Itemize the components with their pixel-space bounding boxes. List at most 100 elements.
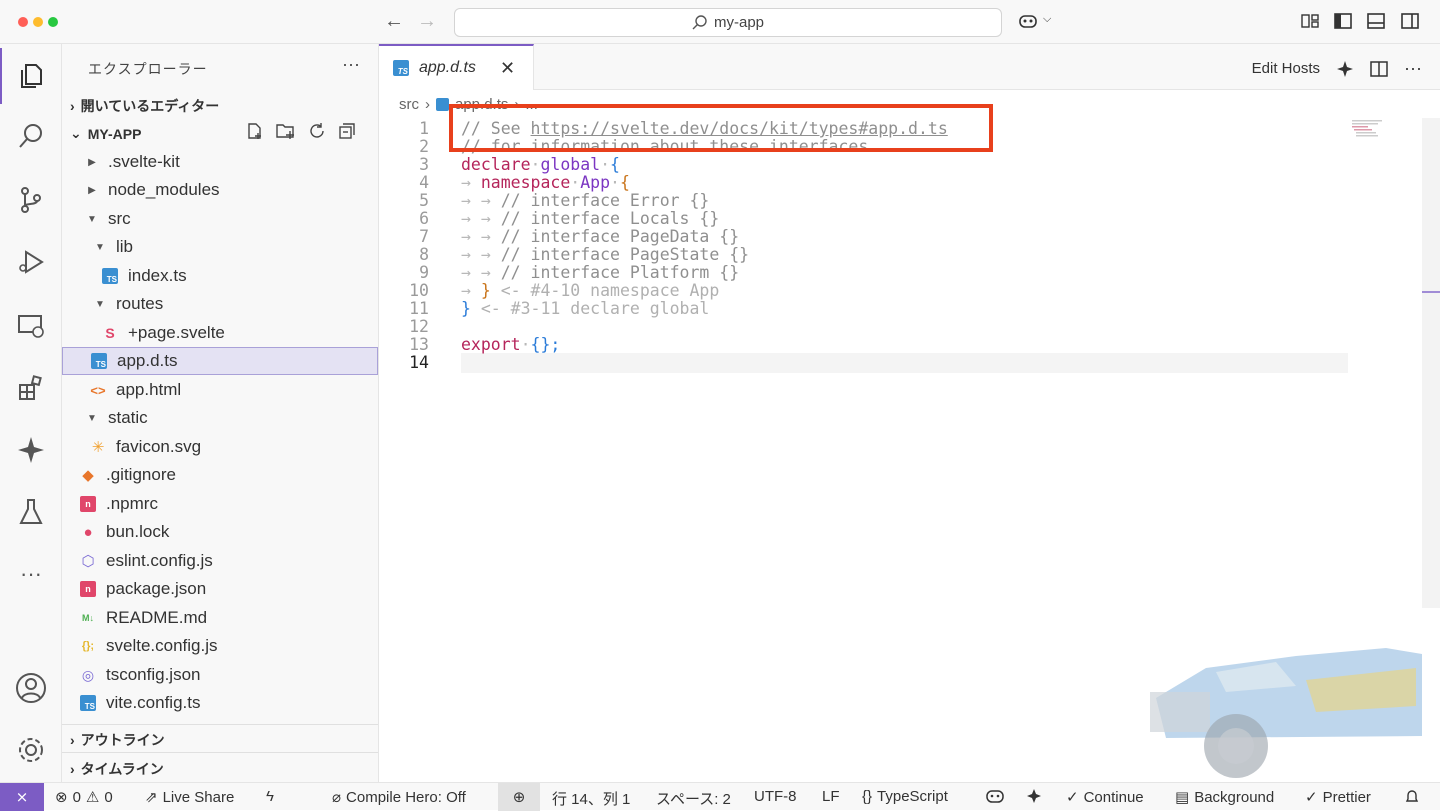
tree-file-app-html[interactable]: <> app.html [62,376,378,404]
tree-folder-routes[interactable]: ▼ routes [62,290,378,318]
copilot-status-icon[interactable] [986,788,1004,804]
customize-layout-icon[interactable] [1300,11,1320,31]
account-icon[interactable] [0,660,62,716]
tree-folder-svelte-kit[interactable]: ▶ .svelte-kit [62,148,378,176]
explorer-icon[interactable] [0,48,62,104]
more-actions-icon[interactable]: ··· [342,54,360,75]
indentation-selector[interactable]: スペース: 2 [656,788,731,809]
cursor-position[interactable]: 行 14、列 1 [552,788,630,809]
minimize-window-button[interactable] [33,17,43,27]
more-icon[interactable]: ··· [0,546,62,602]
language-label: TypeScript [877,788,948,805]
breadcrumb-src[interactable]: src [399,96,419,113]
notifications-bell-icon[interactable] [1404,788,1420,804]
tree-file-favicon-svg[interactable]: ✳ favicon.svg [62,433,378,461]
compile-hero-label: Compile Hero: Off [346,788,466,806]
code-comment: // interface Platform {} [500,263,740,282]
outline-section[interactable]: › アウトライン [70,730,165,750]
tree-folder-static[interactable]: ▼ static [62,404,378,432]
split-editor-icon[interactable] [1370,60,1388,78]
sparkle-status-icon[interactable] [1026,788,1042,804]
zoom-icon[interactable]: ⊕ [498,783,540,811]
tree-file-app-d-ts[interactable]: TS app.d.ts [62,347,378,375]
edit-hosts-button[interactable]: Edit Hosts [1252,60,1320,77]
back-arrow-icon[interactable]: ← [384,10,404,33]
copilot-icon[interactable] [1018,11,1038,31]
tree-file-npmrc[interactable]: n .npmrc [62,490,378,518]
new-folder-icon[interactable] [276,122,296,140]
collapse-all-icon[interactable] [338,122,356,140]
tree-file-gitignore[interactable]: ◆ .gitignore [62,461,378,489]
tree-label: bun.lock [106,522,170,541]
chevron-down-icon[interactable]: ⌵ [1043,13,1051,26]
forward-arrow-icon[interactable]: → [417,10,437,33]
lightning-icon[interactable]: ϟ [266,788,274,805]
sparkle-icon[interactable] [0,422,62,478]
search-text: my-app [713,14,765,31]
editor-scrollbar[interactable] [1422,118,1440,608]
tree-file-readme[interactable]: M↓ README.md [62,604,378,632]
tree-file-bun-lock[interactable]: ● bun.lock [62,518,378,546]
typescript-icon: TS [91,353,107,369]
testing-flask-icon[interactable] [0,484,62,540]
tree-file-eslint-config[interactable]: ⬡ eslint.config.js [62,547,378,575]
tree-label: .npmrc [106,494,158,513]
tree-folder-node-modules[interactable]: ▶ node_modules [62,176,378,204]
tree-file-page-svelte[interactable]: S +page.svelte [62,319,378,347]
code-keyword: declare [461,155,531,174]
tree-file-vite-config[interactable]: TS vite.config.ts [62,689,378,717]
background-button[interactable]: ▤ Background [1175,788,1274,807]
remote-explorer-icon[interactable] [0,298,62,354]
search-icon[interactable] [0,108,62,164]
tree-file-svelte-config[interactable]: {}; svelte.config.js [62,632,378,660]
tree-file-tsconfig[interactable]: ◎ tsconfig.json [62,661,378,689]
line-number: 12 [409,317,429,336]
tree-label: index.ts [128,266,187,285]
code-editor[interactable]: 1// See https://svelte.dev/docs/kit/type… [379,118,1379,418]
remote-indicator-icon[interactable]: ⨯ [0,783,44,811]
zoom-window-button[interactable] [48,17,58,27]
continue-button[interactable]: ✓ Continue [1066,788,1144,807]
code-text: {}; [530,335,561,354]
live-share-label: Live Share [162,788,235,806]
refresh-icon[interactable] [308,122,326,140]
tree-label: node_modules [108,180,220,199]
run-debug-icon[interactable] [0,234,62,290]
chevron-right-icon: › [70,98,75,114]
encoding-selector[interactable]: UTF-8 [754,788,797,805]
line-number: 3 [419,155,429,174]
more-actions-icon[interactable]: ··· [1404,58,1422,79]
toggle-panel-icon[interactable] [1366,11,1386,31]
source-control-icon[interactable] [0,172,62,228]
toggle-sidebar-icon[interactable] [1333,11,1353,31]
language-mode-selector[interactable]: {} TypeScript [862,788,948,805]
svg-icon: ✳ [91,439,105,456]
sparkle-icon[interactable] [1336,60,1354,78]
scrollbar-cursor-marker [1422,291,1440,293]
close-icon[interactable]: ✕ [500,58,515,79]
minimap[interactable] [1352,120,1392,140]
timeline-section[interactable]: › タイムライン [70,759,164,779]
status-bar: ⨯ ⊗ 0 ⚠ 0 ⇗ Live Share ϟ ⌀ Compile Hero: Off… [0,782,1440,811]
tree-folder-lib[interactable]: ▼ lib [62,233,378,261]
live-share-button[interactable]: ⇗ Live Share [145,788,235,807]
tree-label: tsconfig.json [106,665,201,684]
tab-app-d-ts[interactable]: TS app.d.ts ✕ [379,44,534,90]
prettier-button[interactable]: ✓ Prettier [1305,788,1371,807]
close-window-button[interactable] [18,17,28,27]
tree-folder-src[interactable]: ▼ src [62,205,378,233]
line-number: 6 [419,209,429,228]
tree-file-package-json[interactable]: n package.json [62,575,378,603]
toggle-secondary-sidebar-icon[interactable] [1400,11,1420,31]
line-number: 11 [409,299,429,318]
eol-selector[interactable]: LF [822,788,840,805]
tree-file-index-ts[interactable]: TS index.ts [62,262,378,290]
search-icon [692,14,707,29]
compile-hero-button[interactable]: ⌀ Compile Hero: Off [332,788,466,807]
new-file-icon[interactable] [246,122,264,140]
open-editors-section[interactable]: › 開いているエディター [70,96,219,116]
settings-gear-icon[interactable] [0,722,62,778]
problems-indicator[interactable]: ⊗ 0 ⚠ 0 [55,788,113,807]
command-center-search[interactable]: my-app [454,8,1002,37]
extensions-icon[interactable] [0,360,62,416]
